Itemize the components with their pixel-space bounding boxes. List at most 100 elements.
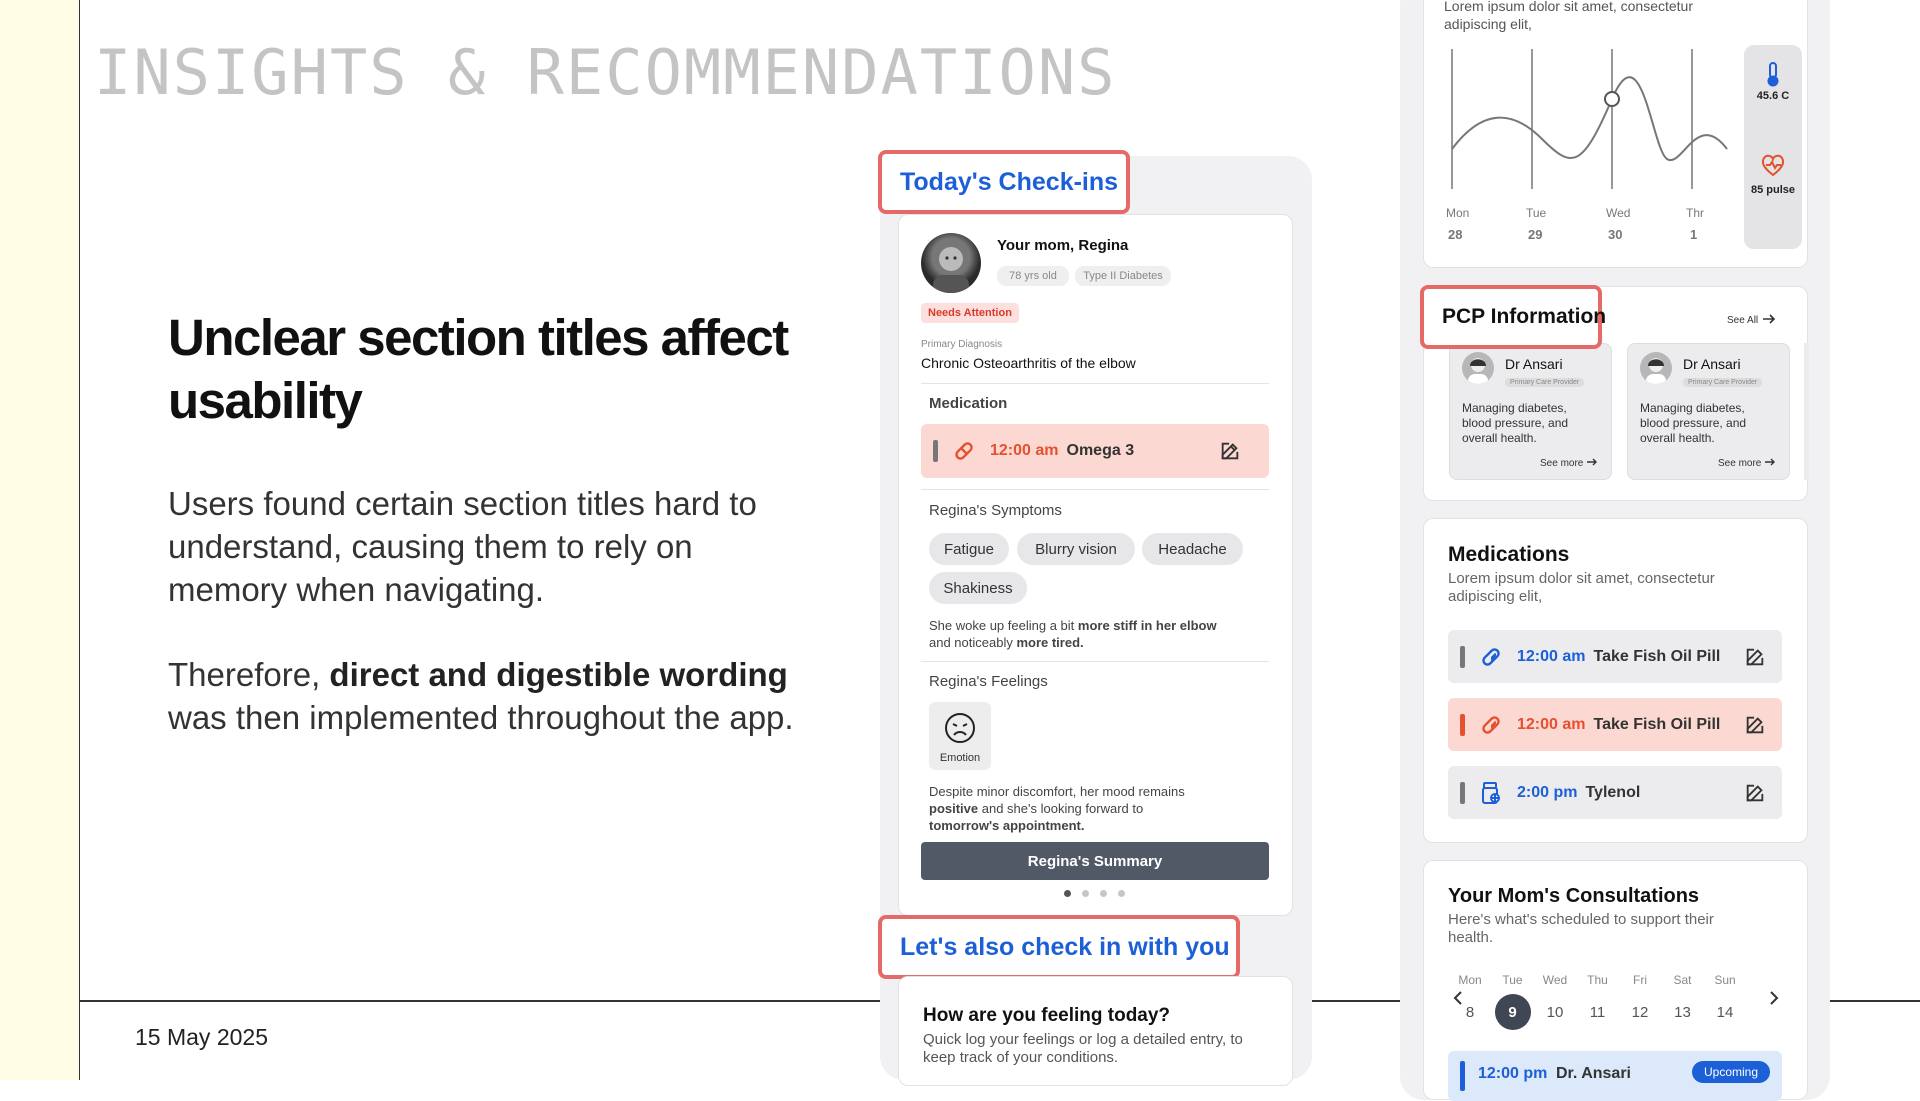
symptom-note: She woke up feeling a bit more stiff in … [929,618,1217,650]
edit-icon[interactable] [1744,714,1766,736]
status-bar [1460,1061,1465,1091]
weekday-label: Fri [1633,973,1647,987]
feelings-title: Regina's Feelings [929,673,1048,690]
heart-pulse-icon [1760,153,1786,182]
edit-icon[interactable] [1744,646,1766,668]
weekday-label: Thu [1587,973,1608,987]
symptom-chip[interactable]: Blurry vision [1017,533,1135,565]
date-cell[interactable]: 8 [1452,994,1488,1030]
vitals-description: Lorem ipsum dolor sit amet, consectetur a… [1444,0,1693,32]
date-cell[interactable]: 10 [1537,994,1573,1030]
med-time: 2:00 pm [1517,783,1578,801]
pulse-value: 85 pulse [1750,184,1796,196]
doctor-description: Managing diabetes, blood pressure, and o… [1462,401,1569,445]
chevron-right-icon[interactable] [1769,991,1779,1010]
pill-icon [1479,645,1503,669]
med-time: 12:00 am [1517,647,1586,665]
emotion-tile[interactable]: Emotion [929,702,991,770]
arrow-right-icon [1764,457,1776,470]
medication-title: Medication [929,395,1008,412]
edit-icon[interactable] [1219,440,1241,462]
pill-icon [952,439,976,463]
symptom-chip[interactable]: Shakiness [929,572,1027,604]
feeling-subtitle: Quick log your feelings or log a detaile… [923,1031,1243,1066]
pcp-provider-card[interactable]: Dr Ansari Primary Care Provider Managing… [1627,343,1790,480]
see-more-link[interactable]: See more [1540,457,1598,470]
divider [921,489,1269,490]
footer-rule [1830,1000,1920,1002]
symptom-chip[interactable]: Headache [1142,533,1243,565]
see-more-link[interactable]: See more [1718,457,1776,470]
med-time: 12:00 am [1517,715,1586,733]
medication-row[interactable]: 12:00 am Omega 3 [921,424,1269,478]
med-name: Take Fish Oil Pill [1593,715,1721,733]
medication-row[interactable]: 2:00 pm Tylenol [1448,766,1782,819]
date-label: 30 [1608,227,1623,242]
pcp-card-peek [1804,343,1809,480]
appointment-time: 12:00 pm [1478,1065,1548,1082]
medications-card: Medications Lorem ipsum dolor sit amet, … [1423,518,1808,843]
date-cell[interactable]: 11 [1580,994,1616,1030]
doctor-avatar [1462,352,1494,384]
date-cell-selected[interactable]: 9 [1494,994,1531,1030]
day-label: Mon [1446,206,1470,220]
symptom-chip[interactable]: Fatigue [929,533,1009,565]
date-label: 1 [1690,227,1698,242]
emotion-label: Emotion [939,752,981,764]
doctor-avatar [1640,352,1672,384]
doctor-name: Dr Ansari [1683,356,1741,372]
carousel-dot-active[interactable] [1064,890,1071,897]
feeling-card: How are you feeling today? Quick log you… [898,976,1293,1086]
avatar [921,233,981,293]
diagnosis-value: Chronic Osteoarthritis of the elbow [921,355,1136,371]
vitals-card: Lorem ipsum dolor sit amet, consectetur a… [1423,0,1808,268]
callout-pcp-information: PCP Information [1420,285,1606,349]
date-cell[interactable]: 12 [1622,994,1658,1030]
vitals-sidebar: 45.6 C 85 pulse [1744,45,1802,249]
day-label: Wed [1606,206,1631,220]
consultations-card: Your Mom's Consultations Here's what's s… [1423,860,1808,1101]
status-bar [933,440,938,462]
condition-tag: Type II Diabetes [1075,266,1171,286]
divider [921,661,1269,662]
medications-title: Medications [1448,543,1570,566]
vitals-trend-line [1451,76,1728,162]
summary-button[interactable]: Regina's Summary [921,842,1269,880]
thermometer-icon [1763,61,1783,92]
med-time: 12:00 am [990,442,1059,459]
selected-point[interactable] [1604,91,1620,107]
pcp-provider-card[interactable]: Dr Ansari Primary Care Provider Managing… [1449,343,1612,480]
carousel-dot[interactable] [1082,890,1089,897]
medication-row[interactable]: 12:00 am Take Fish Oil Pill [1448,698,1782,751]
carousel-dot[interactable] [1100,890,1107,897]
date-cell[interactable]: 13 [1665,994,1701,1030]
temperature-value: 45.6 C [1756,90,1790,102]
sad-face-icon [943,711,977,750]
appointment-row[interactable]: 12:00 pm Dr. Ansari Upcoming [1448,1051,1782,1101]
edit-icon[interactable] [1744,782,1766,804]
see-all-link[interactable]: See All [1727,313,1776,328]
med-name: Tylenol [1585,783,1641,801]
arrow-right-icon [1586,457,1598,470]
arrow-right-icon [1762,313,1776,328]
date-cell[interactable]: 14 [1707,994,1743,1030]
feelings-note: Despite minor discomfort, her mood remai… [929,784,1185,833]
vitals-line-chart [1451,49,1728,189]
doctor-description: Managing diabetes, blood pressure, and o… [1640,401,1747,445]
slide-headline: Unclear section titles affect usability [168,309,789,429]
pill-bottle-icon [1479,781,1503,805]
callout-check-in-with-you: Let's also check in with you [878,915,1240,979]
med-name: Take Fish Oil Pill [1593,647,1721,665]
left-margin-strip [0,0,80,1080]
slide-date: 15 May 2025 [135,1024,268,1050]
weekday-label: Mon [1458,973,1482,987]
consultations-title: Your Mom's Consultations [1448,885,1700,907]
finding-paragraph: Users found certain section titles hard … [168,485,757,608]
recommendation-paragraph: Therefore, direct and digestible wording… [168,656,794,736]
medication-row[interactable]: 12:00 am Take Fish Oil Pill [1448,630,1782,683]
carousel-dot[interactable] [1118,890,1125,897]
callout-todays-checkins: Today's Check-ins [878,150,1130,214]
footer-rule [80,1000,880,1002]
date-label: 29 [1528,227,1543,242]
status-bar [1460,713,1465,736]
